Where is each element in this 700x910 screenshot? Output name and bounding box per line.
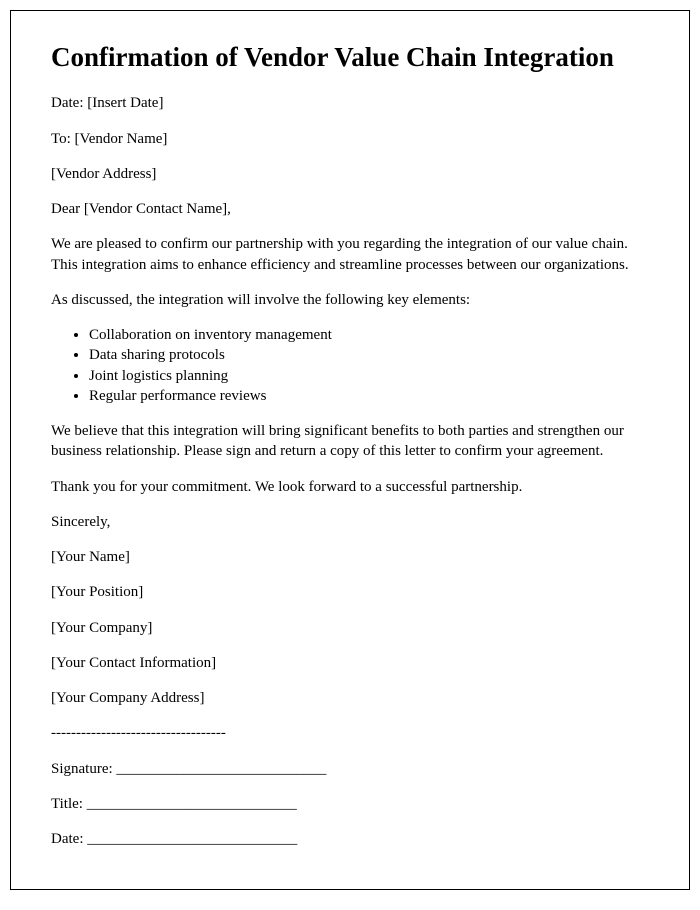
sender-contact: [Your Contact Information] bbox=[51, 653, 649, 673]
body-paragraph-4: Thank you for your commitment. We look f… bbox=[51, 477, 649, 497]
list-item: Regular performance reviews bbox=[89, 386, 649, 406]
divider-line: ----------------------------------- bbox=[51, 723, 649, 743]
title-sign-line: Title: ____________________________ bbox=[51, 794, 649, 814]
date-line: Date: [Insert Date] bbox=[51, 93, 649, 113]
list-item: Collaboration on inventory management bbox=[89, 325, 649, 345]
body-paragraph-3: We believe that this integration will br… bbox=[51, 421, 649, 462]
vendor-address: [Vendor Address] bbox=[51, 164, 649, 184]
document-page: Confirmation of Vendor Value Chain Integ… bbox=[10, 10, 690, 890]
sender-name: [Your Name] bbox=[51, 547, 649, 567]
sender-company: [Your Company] bbox=[51, 618, 649, 638]
key-elements-list: Collaboration on inventory management Da… bbox=[89, 325, 649, 406]
body-paragraph-2: As discussed, the integration will invol… bbox=[51, 290, 649, 310]
sender-position: [Your Position] bbox=[51, 582, 649, 602]
list-item: Data sharing protocols bbox=[89, 345, 649, 365]
date-sign-line: Date: ____________________________ bbox=[51, 829, 649, 849]
salutation: Dear [Vendor Contact Name], bbox=[51, 199, 649, 219]
to-line: To: [Vendor Name] bbox=[51, 129, 649, 149]
closing: Sincerely, bbox=[51, 512, 649, 532]
body-paragraph-1: We are pleased to confirm our partnershi… bbox=[51, 234, 649, 275]
signature-line: Signature: ____________________________ bbox=[51, 759, 649, 779]
sender-address: [Your Company Address] bbox=[51, 688, 649, 708]
document-title: Confirmation of Vendor Value Chain Integ… bbox=[51, 41, 649, 73]
list-item: Joint logistics planning bbox=[89, 366, 649, 386]
